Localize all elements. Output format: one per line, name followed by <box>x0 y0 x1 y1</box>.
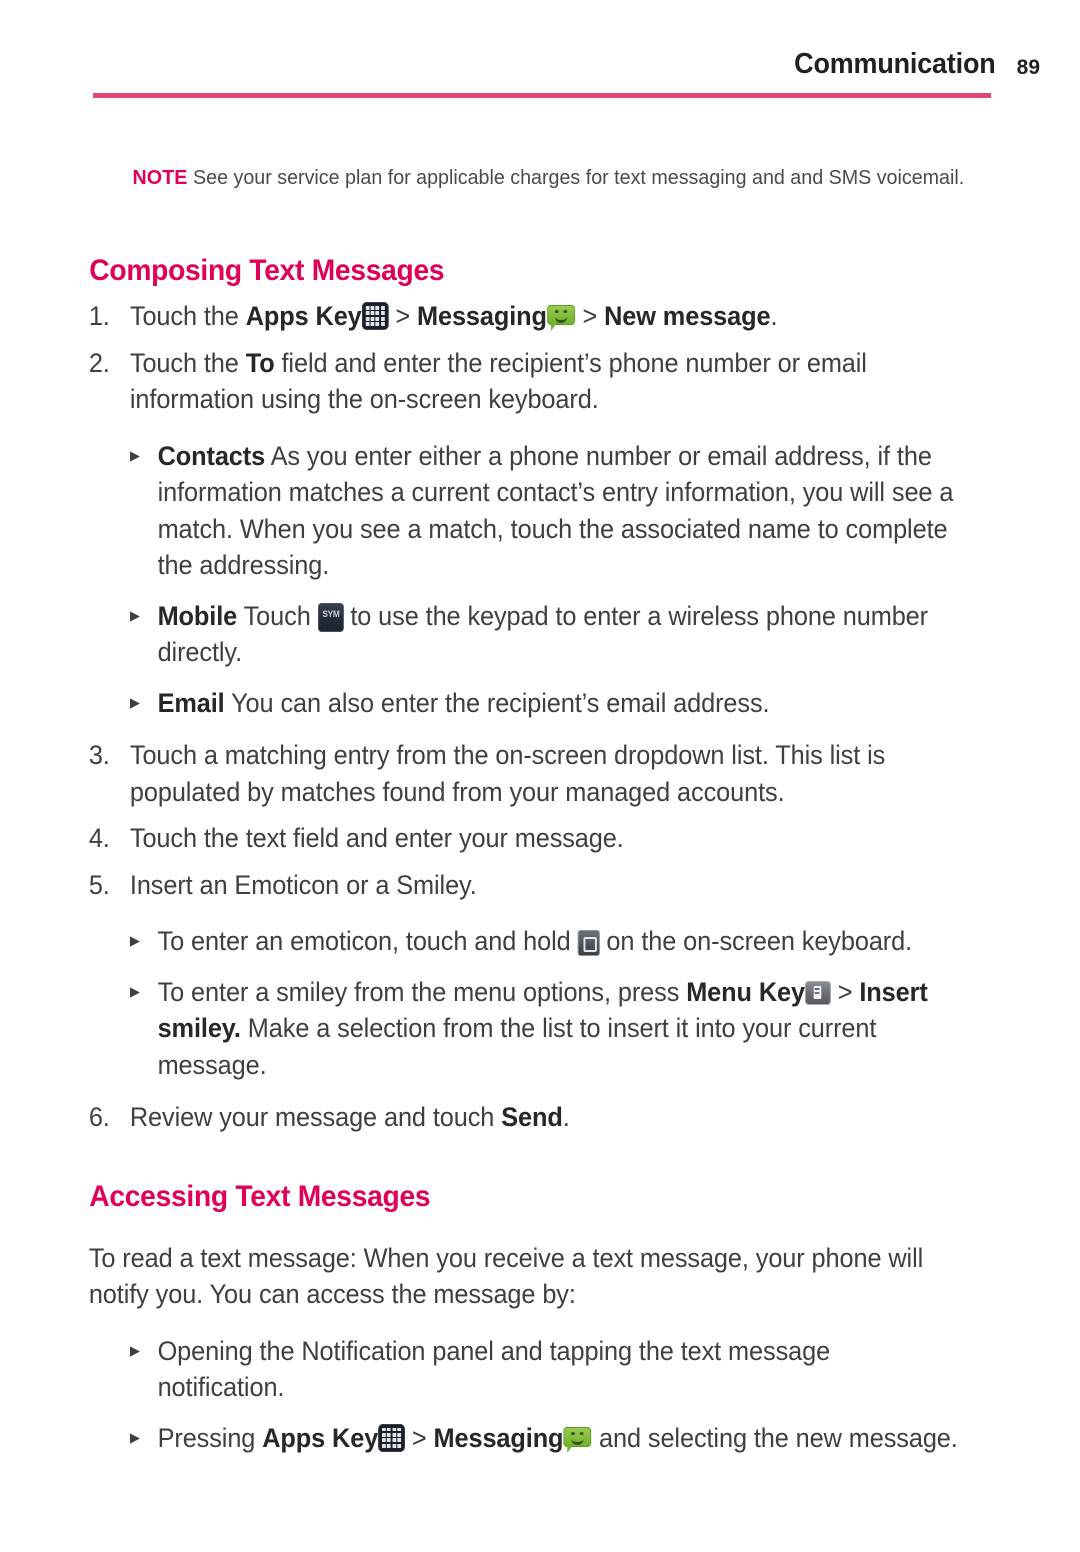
step-1: 1. Touch the Apps Key > Messaging > New m… <box>0 298 1031 335</box>
apps-key-label: Apps Key <box>262 1422 379 1453</box>
bullet-marker-icon: ▸ <box>129 1425 140 1449</box>
step-3: 3. Touch a matching entry from the on-scr… <box>0 737 1031 810</box>
bullet-marker-icon: ▸ <box>129 929 140 952</box>
step-text: Insert an Emoticon or a Smiley. <box>129 869 477 900</box>
bullet-text: Pressing <box>157 1422 263 1453</box>
bullet-text-sep: > <box>830 976 860 1007</box>
step-number: 1. <box>88 301 110 331</box>
step-text: Review your message and touch <box>129 1102 502 1132</box>
step-text: Touch the text field and enter your mess… <box>129 823 624 853</box>
step-number: 4. <box>88 823 110 853</box>
bullet-text: Opening the Notification panel and tappi… <box>157 1335 831 1403</box>
bullet-text-end: on the on-screen keyboard. <box>599 926 913 956</box>
step-number: 5. <box>88 869 110 900</box>
step-number: 6. <box>88 1102 110 1132</box>
bullet-text-sep1: > <box>404 1422 434 1453</box>
bullet-notification: ▸ Opening the Notification panel and tapp… <box>0 1333 1031 1406</box>
bullet-contacts: ▸ Contacts As you enter either a phone nu… <box>0 438 1031 584</box>
bullet-marker-icon: ▸ <box>129 603 140 627</box>
note-callout: NOTE See your service plan for applicabl… <box>0 150 1037 192</box>
step-5: 5. Insert an Emoticon or a Smiley. <box>0 867 1031 904</box>
menu-key-icon <box>804 980 831 1005</box>
section-heading-composing: Composing Text Messages <box>89 254 445 287</box>
emoticon-key-icon <box>577 930 600 956</box>
apps-key-icon <box>361 302 389 330</box>
bullet-text: To enter an emoticon, touch and hold <box>157 926 578 956</box>
step-2: 2. Touch the To field and enter the recip… <box>0 345 1031 418</box>
section-heading-accessing: Accessing Text Messages <box>89 1179 431 1213</box>
messaging-icon <box>563 1426 592 1454</box>
step-text: Touch the <box>129 347 246 378</box>
step-text-sep2: > <box>575 301 605 331</box>
step-text: Touch the <box>129 301 246 331</box>
page-title: Communication <box>794 48 997 80</box>
to-field-label: To <box>245 347 275 378</box>
step-number: 2. <box>88 347 110 378</box>
step-text-end: . <box>562 1102 570 1132</box>
page-header: Communication 89 <box>0 48 1080 108</box>
apps-key-label: Apps Key <box>245 301 362 331</box>
header-divider <box>93 93 991 98</box>
bullet-text-end: and selecting the new message. <box>592 1422 958 1453</box>
bullet-text: You can also enter the recipient’s email… <box>224 687 770 718</box>
note-label: NOTE <box>132 166 188 189</box>
step-text-end: . <box>770 301 778 331</box>
messaging-label: Messaging <box>433 1422 564 1453</box>
email-label: Email <box>157 687 225 718</box>
bullet-emoticon: ▸ To enter an emoticon, touch and hold on… <box>0 923 1031 960</box>
bullet-marker-icon: ▸ <box>129 1338 140 1362</box>
send-label: Send <box>501 1102 563 1132</box>
step-4: 4. Touch the text field and enter your me… <box>0 820 1031 857</box>
bullet-text-end: Make a selection from the list to insert… <box>157 1013 877 1080</box>
new-message-label: New message <box>604 301 771 331</box>
messaging-label: Messaging <box>416 301 547 331</box>
menu-key-label: Menu Key <box>686 976 805 1007</box>
contacts-label: Contacts <box>157 440 266 471</box>
step-number: 3. <box>88 740 110 770</box>
apps-key-icon <box>378 1423 405 1452</box>
bullet-pressing-apps-key: ▸ Pressing Apps Key > Messaging and selec… <box>0 1420 1031 1457</box>
bullet-marker-icon: ▸ <box>129 690 140 714</box>
note-text: See your service plan for applicable cha… <box>187 166 965 189</box>
accessing-intro-paragraph: To read a text message: When you receive… <box>88 1242 924 1310</box>
step-text-sep1: > <box>388 301 417 331</box>
bullet-text: To enter a smiley from the menu options,… <box>157 976 687 1007</box>
messaging-icon <box>546 304 576 332</box>
bullet-mobile: ▸ Mobile Touch SYM to use the keypad to e… <box>0 598 1031 671</box>
bullet-smiley: ▸ To enter a smiley from the menu options… <box>0 974 1031 1084</box>
step-text: Touch a matching entry from the on-scree… <box>129 740 886 807</box>
bullet-marker-icon: ▸ <box>129 443 140 467</box>
sym-key-icon: SYM <box>317 602 344 632</box>
bullet-marker-icon: ▸ <box>129 979 140 1003</box>
step-6: 6. Review your message and touch Send. <box>0 1099 1031 1136</box>
bullet-text: Touch <box>237 600 318 631</box>
page-content: NOTE See your service plan for applicabl… <box>0 150 1080 1456</box>
page-number: 89 <box>1016 56 1040 79</box>
bullet-text: As you enter either a phone number or em… <box>157 440 954 581</box>
bullet-email: ▸ Email You can also enter the recipient’… <box>0 685 1031 722</box>
mobile-label: Mobile <box>157 600 238 631</box>
